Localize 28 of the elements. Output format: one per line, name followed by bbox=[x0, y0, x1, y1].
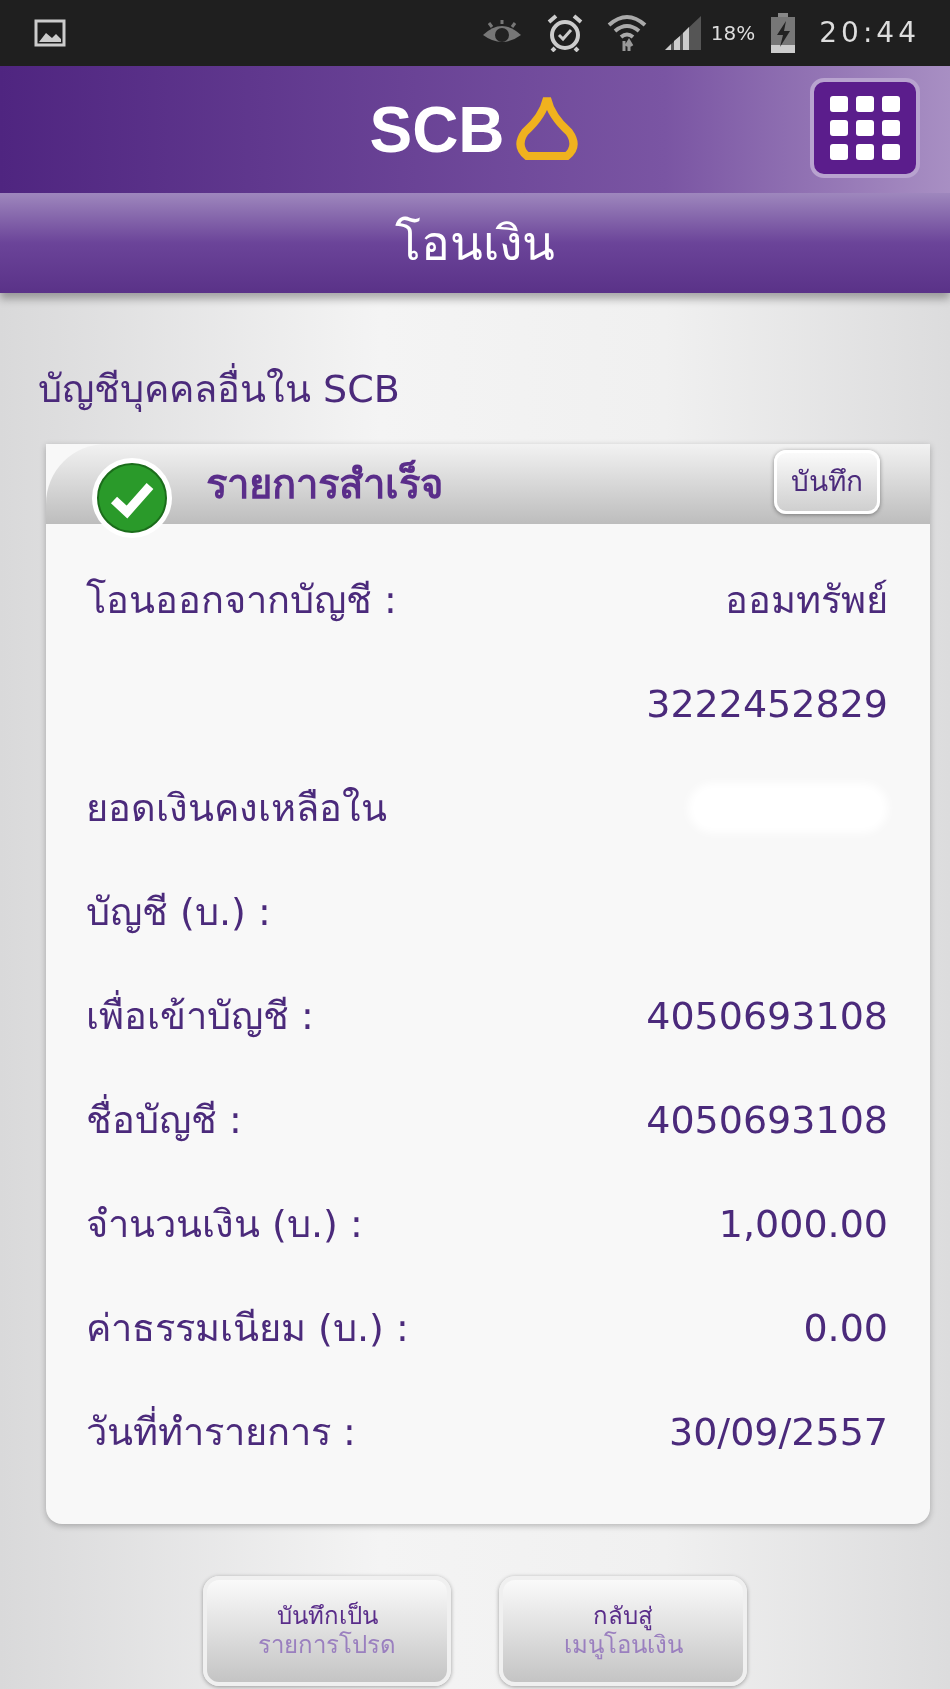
battery-percent: 18% bbox=[710, 20, 756, 47]
field-label: ยอดเงินคงเหลือใน bbox=[86, 784, 387, 832]
save-button[interactable]: บันทึก bbox=[774, 450, 880, 514]
field-label: ค่าธรรมเนียม (บ.) : bbox=[86, 1304, 409, 1352]
action-button[interactable]: บันทึกเป็น รายการโปรด bbox=[203, 1576, 451, 1686]
field-label: เพื่อเข้าบัญชี : bbox=[86, 987, 314, 1045]
screen-title: โอนเงิน bbox=[395, 214, 555, 273]
field-value: 3222452829 bbox=[646, 680, 888, 728]
image-icon bbox=[34, 19, 66, 47]
logo-text: SCB bbox=[369, 92, 505, 168]
status-time: 20:44 bbox=[819, 15, 920, 51]
wifi-icon bbox=[606, 13, 647, 53]
field-value: 4050693108 bbox=[646, 1096, 888, 1144]
battery-charging-icon bbox=[771, 13, 796, 53]
card-title: รายการสำเร็จ bbox=[206, 458, 443, 509]
apps-menu-button[interactable] bbox=[810, 78, 920, 178]
field-value: 4050693108 bbox=[646, 992, 888, 1040]
field-label: วันที่ทำรายการ : bbox=[86, 1403, 356, 1461]
success-check-icon bbox=[90, 456, 174, 540]
field-label: บัญชี (บ.) : bbox=[86, 888, 271, 936]
field-value: 1,000.00 bbox=[718, 1200, 888, 1248]
field-label: ชื่อบัญชี : bbox=[86, 1091, 242, 1149]
alarm-icon bbox=[546, 14, 583, 52]
field-label: จำนวนเงิน (บ.) : bbox=[86, 1200, 363, 1248]
field-value: 30/09/2557 bbox=[668, 1408, 888, 1456]
field-label: โอนออกจากบัญชี : bbox=[86, 576, 397, 624]
field-value: 0.00 bbox=[803, 1304, 888, 1352]
field-value: ออมทรัพย์ bbox=[725, 576, 888, 624]
